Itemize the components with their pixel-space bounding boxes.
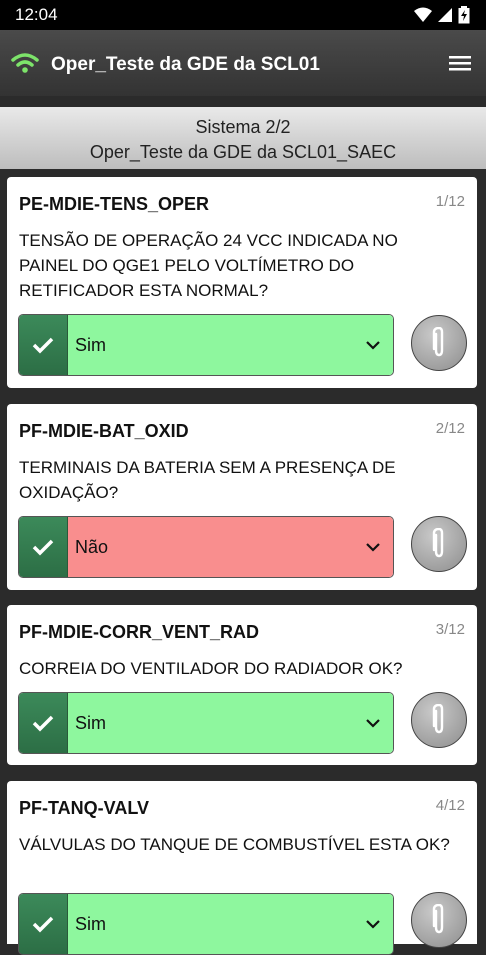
answer-select[interactable]: Sim [18,893,394,955]
checklist-item-card: PF-MDIE-CORR_VENT_RAD 3/12 CORREIA DO VE… [7,605,477,765]
item-question: TENSÃO DE OPERAÇÃO 24 VCC INDICADA NO PA… [19,231,398,300]
item-count: 1/12 [435,193,465,210]
chevron-down-icon [353,315,393,375]
answer-select[interactable]: Sim [18,314,394,376]
chevron-down-icon [353,517,393,577]
app-bar: Oper_Teste da GDE da SCL01 [0,30,486,96]
item-code: PF-TANQ-VALV [19,798,149,818]
checklist-item-card: PF-TANQ-VALV 4/12 VÁLVULAS DO TANQUE DE … [7,781,477,955]
paperclip-icon [432,327,444,357]
system-header: Sistema 2/2 Oper_Teste da GDE da SCL01_S… [0,107,486,169]
answer-value: Sim [68,693,353,753]
system-counter: Sistema 2/2 [195,117,291,137]
attach-button[interactable] [411,516,467,572]
wifi-signal-icon [414,7,432,22]
paperclip-icon [432,528,444,558]
attach-button[interactable] [411,315,467,371]
check-icon [19,894,68,954]
status-icons [414,6,470,24]
answer-select[interactable]: Sim [18,692,394,754]
paperclip-icon [432,904,444,934]
battery-icon [458,6,470,24]
answer-select[interactable]: Não [18,516,394,578]
item-code: PF-MDIE-BAT_OXID [19,421,189,441]
attach-button[interactable] [411,892,467,948]
item-question: TERMINAIS DA BATERIA SEM A PRESENÇA DE O… [19,458,396,502]
paperclip-icon [432,704,444,734]
chevron-down-icon [353,894,393,954]
cell-signal-icon [438,8,452,22]
answer-value: Não [68,517,353,577]
chevron-down-icon [353,693,393,753]
check-icon [19,517,68,577]
item-count: 3/12 [435,621,465,638]
item-count: 2/12 [435,420,465,437]
item-code: PF-MDIE-CORR_VENT_RAD [19,622,260,642]
item-code: PE-MDIE-TENS_OPER [19,194,210,214]
system-name: Oper_Teste da GDE da SCL01_SAEC [89,142,397,162]
check-icon [19,315,68,375]
checklist-item-card: PF-MDIE-BAT_OXID 2/12 TERMINAIS DA BATER… [7,404,477,590]
app-title: Oper_Teste da GDE da SCL01 [51,54,320,75]
attach-button[interactable] [411,692,467,748]
answer-value: Sim [68,315,353,375]
hamburger-menu-icon[interactable] [449,54,471,72]
status-bar: 12:04 [0,0,486,30]
connection-wifi-icon [11,53,39,73]
item-question: CORREIA DO VENTILADOR DO RADIADOR OK? [19,659,403,678]
checklist-item-card: PE-MDIE-TENS_OPER 1/12 TENSÃO DE OPERAÇÃ… [7,177,477,388]
item-question: VÁLVULAS DO TANQUE DE COMBUSTÍVEL ESTA O… [19,835,450,854]
check-icon [19,693,68,753]
item-count: 4/12 [435,797,465,814]
status-time: 12:04 [15,5,58,24]
answer-value: Sim [68,894,353,954]
